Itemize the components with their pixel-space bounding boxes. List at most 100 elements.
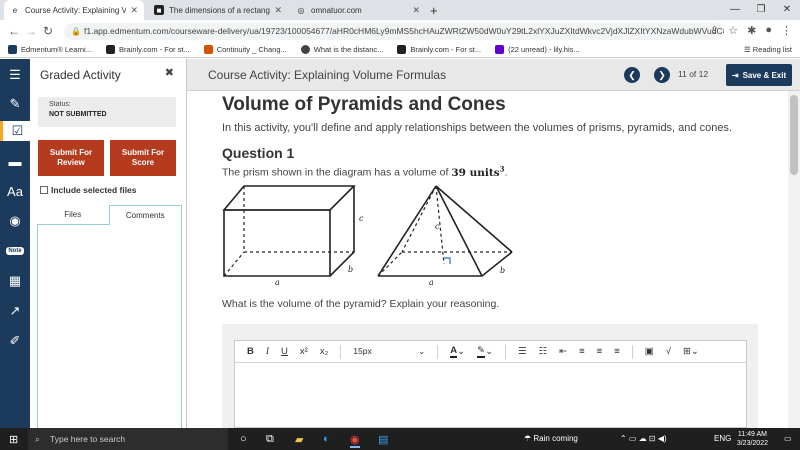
tab-files[interactable]: Files [37,205,109,225]
files-comments-tabs: Files Comments [37,205,182,225]
highlight-color-icon[interactable]: ✎ ⌄ [477,345,493,358]
prism-pyramid-diagram: a b c a b c [222,185,513,287]
italic-button[interactable]: I [266,347,269,357]
store-icon[interactable]: ▤ [378,433,388,446]
page-scrollbar[interactable] [788,91,800,428]
extensions-icon[interactable]: ✱ [747,24,756,37]
bookmark-item[interactable]: Brainly.com - For st... [105,45,190,54]
include-files-checkbox[interactable]: Include selected files [40,185,137,195]
bookmark-item[interactable]: What is the distanc... [300,45,383,54]
rich-text-editor: B I U x² x₂ 15px ⌄ A ⌄ ✎ ⌄ ☰ ☷ ⇤ ≡ ≡ ≡ ▣ √ … [234,340,747,428]
task-view-icon[interactable]: ⧉ [266,433,274,446]
url-field[interactable]: 🔒 f1.app.edmentum.com/courseware-deliver… [64,23,724,40]
rectangular-prism [222,185,356,277]
status-value: NOT SUBMITTED [49,111,107,118]
editor-toolbar: B I U x² x₂ 15px ⌄ A ⌄ ✎ ⌄ ☰ ☷ ⇤ ≡ ≡ ≡ ▣ √ … [235,341,746,363]
search-placeholder: Type here to search [50,434,126,444]
new-tab-icon[interactable]: + [430,3,438,18]
back-icon[interactable]: ← [8,24,20,38]
browser-tab-omnatuor[interactable]: ◎ omnatuor.com ✕ [290,0,426,20]
graded-activity-icon[interactable]: ☑ [0,121,32,141]
answer-text-area[interactable] [235,363,746,427]
menu-icon[interactable]: ⋮ [781,24,792,37]
weather-widget[interactable]: ☂ Rain coming [524,428,578,450]
submit-for-score-button[interactable]: Submit For Score [110,140,176,176]
browser-tab-bar: e Course Activity: Explaining Volun ✕ ■ … [0,0,800,20]
align-left-icon[interactable]: ≡ [579,346,585,357]
insert-image-icon[interactable]: ▣ [645,346,654,357]
align-center-icon[interactable]: ≡ [597,346,603,357]
file-explorer-icon[interactable]: ▰ [295,433,303,446]
text-color-icon[interactable]: A ⌄ [450,345,465,358]
bookmark-item[interactable]: (22 unread) - lily.his... [495,45,580,54]
question-text-body: The prism shown in the diagram has a vol… [222,166,449,179]
folder-icon[interactable]: ▬ [5,151,25,171]
superscript-button[interactable]: x² [300,346,308,357]
tab-title: Course Activity: Explaining Volun [25,5,127,15]
checkbox-icon[interactable] [40,186,48,194]
pyramid-label-b: b [500,266,505,275]
edge-icon[interactable]: ◐ [323,433,330,445]
align-right-icon[interactable]: ≡ [614,346,620,357]
browser-tab-course-activity[interactable]: e Course Activity: Explaining Volun ✕ [4,0,144,20]
close-icon[interactable]: ✕ [412,5,420,16]
address-bar-actions: ⇪ ☆ ✱ ● ⋮ [710,24,792,37]
reload-icon[interactable]: ↻ [43,24,53,38]
previous-page-icon[interactable]: ❮ [624,67,640,83]
submit-for-review-button[interactable]: Submit For Review [38,140,104,176]
url-text: f1.app.edmentum.com/courseware-delivery/… [84,26,724,36]
notifications-icon[interactable]: ▭ [784,428,792,450]
outdent-icon[interactable]: ⇤ [559,346,567,357]
profile-icon[interactable]: ● [765,24,772,37]
minimize-icon[interactable]: — [722,0,748,20]
calculator-icon[interactable]: ▦ [5,271,25,291]
close-icon[interactable]: ✕ [274,5,282,16]
underline-button[interactable]: U [281,346,288,357]
tab-comments[interactable]: Comments [108,205,182,225]
menu-list-icon[interactable]: ☰ [5,65,25,85]
graph-icon[interactable]: ↗ [5,301,25,321]
browser-tab-dimensions[interactable]: ■ The dimensions of a rectangular ✕ [148,0,288,20]
course-activity-title: Course Activity: Explaining Volume Formu… [208,68,447,82]
scroll-thumb[interactable] [790,95,798,175]
bookmark-label: Edmentum® Learni... [21,45,92,54]
next-page-icon[interactable]: ❯ [654,67,670,83]
windows-start-icon[interactable]: ⊞ [9,433,18,446]
close-window-icon[interactable]: ✕ [774,0,800,20]
tray-icons[interactable]: ⌃ ▭ ☁ ⊡ ◀) [620,428,667,450]
math-equation-icon[interactable]: √ [666,346,671,357]
font-size-select[interactable]: 15px ⌄ [353,346,425,357]
bookmark-favicon-icon [8,45,17,54]
bookmark-label: Brainly.com - For st... [410,45,482,54]
bookmark-item[interactable]: Edmentum® Learni... [8,45,92,54]
numbered-list-icon[interactable]: ☷ [539,346,548,357]
bold-button[interactable]: B [247,346,254,357]
audio-icon[interactable]: ◉ [5,211,25,231]
bookmark-favicon-icon [397,45,407,54]
note-icon[interactable]: Note [5,241,25,261]
clock[interactable]: 11:49 AM 3/23/2022 [737,430,768,448]
star-icon[interactable]: ☆ [728,24,738,37]
chrome-icon[interactable]: ◉ [350,433,360,448]
forward-icon[interactable]: → [25,24,37,38]
close-icon[interactable]: ✕ [130,5,138,16]
reading-list-button[interactable]: ☰ Reading list [744,45,792,54]
save-and-exit-button[interactable]: ⇥ Save & Exit [726,64,792,86]
maximize-icon[interactable]: ❐ [748,0,774,20]
taskbar-search[interactable]: ⌕ Type here to search [28,428,228,450]
share-icon[interactable]: ⇪ [710,24,719,37]
bookmark-item[interactable]: Brainly.com - For st... [397,45,481,54]
bookmark-item[interactable]: Continuity _ Chang... [203,45,287,54]
highlighter-icon[interactable]: ✐ [5,331,25,351]
language-indicator[interactable]: ENG [714,428,731,450]
cortana-icon[interactable]: ○ [240,433,247,445]
comments-area[interactable] [37,225,182,435]
subscript-button[interactable]: x₂ [320,346,328,357]
font-size-value: 15px [353,346,372,356]
bullet-list-icon[interactable]: ☰ [518,346,527,357]
edit-document-icon[interactable]: ✎ [5,94,25,114]
close-icon[interactable]: ✖ [165,66,174,79]
dictionary-icon[interactable]: Aa [5,181,25,201]
table-icon[interactable]: ⊞⌄ [683,346,699,357]
course-header: Course Activity: Explaining Volume Formu… [187,59,800,91]
